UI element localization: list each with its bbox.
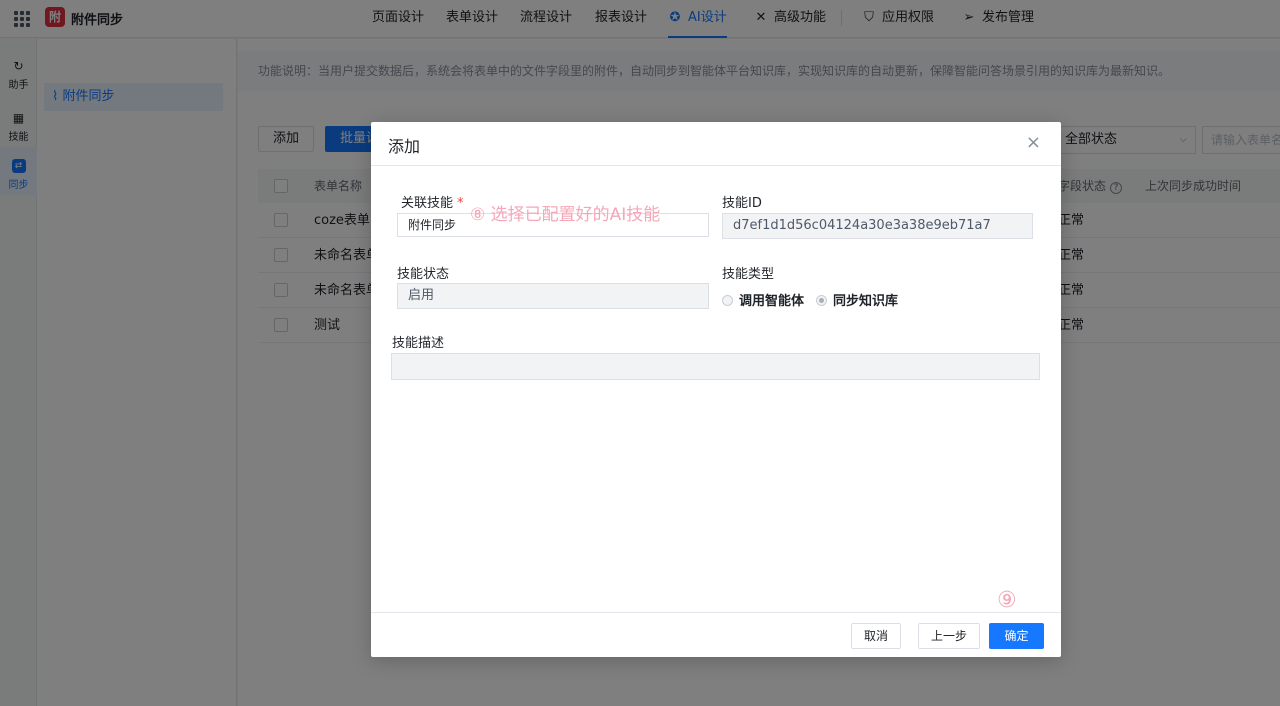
radio-selected-icon (816, 295, 827, 306)
previous-step-button[interactable]: 上一步 (918, 623, 981, 649)
skill-id-label: 技能ID (722, 196, 762, 211)
radio-sync-knowledge-base[interactable]: 同步知识库 (816, 290, 898, 309)
skill-type-label: 技能类型 (722, 267, 775, 282)
dialog-footer: 取消 上一步 确定 (371, 612, 1061, 657)
step-9-annotation: ⑨ (997, 588, 1017, 613)
add-skill-dialog: 添加 × 关联技能 * 附件同步 ⑧ 选择已配置好的AI技能 技能ID d7ef1… (371, 122, 1061, 657)
skill-status-label: 技能状态 (397, 267, 450, 282)
confirm-button[interactable]: 确定 (989, 623, 1044, 649)
dialog-title: 添加 (388, 137, 421, 156)
radio-call-agent[interactable]: 调用智能体 (722, 290, 804, 309)
step-8-annotation: ⑧ 选择已配置好的AI技能 (470, 205, 661, 225)
cancel-button[interactable]: 取消 (851, 623, 902, 649)
linked-skill-label: 关联技能 * (401, 196, 464, 211)
skill-id-field: d7ef1d1d56c04124a30e3a38e9eb71a7 (722, 213, 1033, 239)
dialog-header: 添加 × (371, 122, 1061, 166)
radio-icon (722, 295, 733, 306)
close-icon[interactable]: × (1026, 133, 1041, 153)
skill-status-field: 启用 (397, 283, 709, 309)
skill-description-label: 技能描述 (392, 336, 445, 351)
skill-description-field (391, 353, 1040, 380)
